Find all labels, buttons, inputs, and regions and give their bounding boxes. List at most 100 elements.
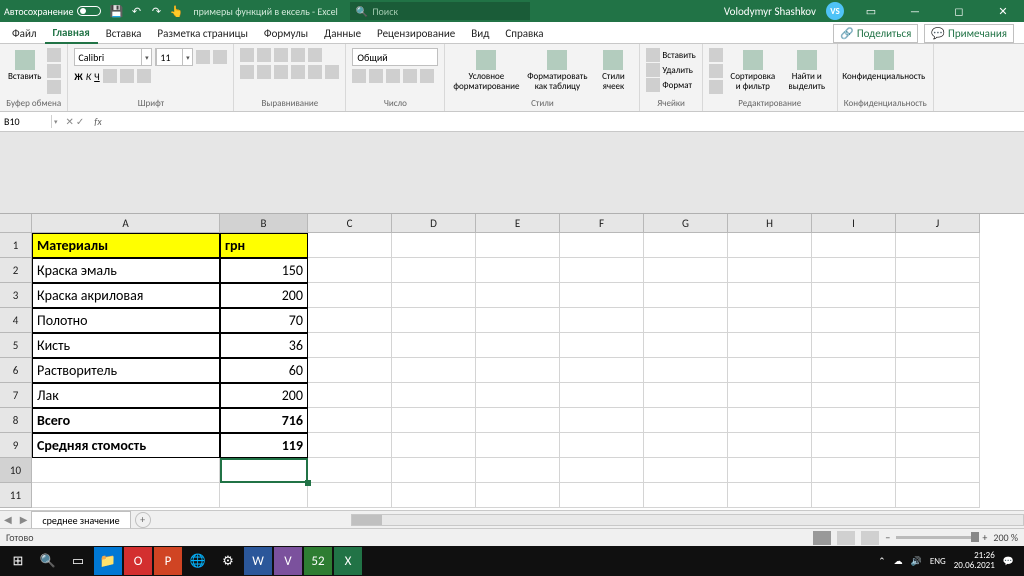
- sheet-tab[interactable]: среднее значение: [31, 511, 130, 529]
- cell-J5[interactable]: [896, 333, 980, 358]
- indent-dec-icon[interactable]: [291, 65, 305, 79]
- cell-A9[interactable]: Средняя стомость: [32, 433, 220, 458]
- cell-J9[interactable]: [896, 433, 980, 458]
- cell-C8[interactable]: [308, 408, 392, 433]
- cell-B2[interactable]: 150: [220, 258, 308, 283]
- cell-E8[interactable]: [476, 408, 560, 433]
- maximize-icon[interactable]: ◻: [942, 0, 976, 22]
- cell-J4[interactable]: [896, 308, 980, 333]
- row-header-11[interactable]: 11: [0, 483, 32, 508]
- cell-C6[interactable]: [308, 358, 392, 383]
- cell-C11[interactable]: [308, 483, 392, 508]
- cell-I9[interactable]: [812, 433, 896, 458]
- cell-J7[interactable]: [896, 383, 980, 408]
- insert-cells-button[interactable]: Вставить: [646, 48, 695, 62]
- cell-F11[interactable]: [560, 483, 644, 508]
- cell-G11[interactable]: [644, 483, 728, 508]
- column-header-I[interactable]: I: [812, 214, 896, 233]
- cell-D2[interactable]: [392, 258, 476, 283]
- cell-C9[interactable]: [308, 433, 392, 458]
- tab-file[interactable]: Файл: [4, 24, 45, 43]
- cell-I10[interactable]: [812, 458, 896, 483]
- cell-E10[interactable]: [476, 458, 560, 483]
- cell-G2[interactable]: [644, 258, 728, 283]
- cell-I11[interactable]: [812, 483, 896, 508]
- cell-G1[interactable]: [644, 233, 728, 258]
- tab-formulas[interactable]: Формулы: [256, 24, 316, 43]
- cell-F2[interactable]: [560, 258, 644, 283]
- column-header-J[interactable]: J: [896, 214, 980, 233]
- tab-help[interactable]: Справка: [497, 24, 551, 43]
- task-view-icon[interactable]: ▭: [64, 547, 92, 575]
- powerpoint-icon[interactable]: P: [154, 547, 182, 575]
- cell-E1[interactable]: [476, 233, 560, 258]
- cell-A7[interactable]: Лак: [32, 383, 220, 408]
- excel-icon[interactable]: X: [334, 547, 362, 575]
- underline-button[interactable]: Ч: [94, 70, 100, 83]
- cell-I8[interactable]: [812, 408, 896, 433]
- cell-A4[interactable]: Полотно: [32, 308, 220, 333]
- format-as-table-button[interactable]: Форматировать как таблицу: [525, 48, 589, 94]
- cell-H5[interactable]: [728, 333, 812, 358]
- cell-I3[interactable]: [812, 283, 896, 308]
- horizontal-scrollbar[interactable]: [351, 513, 1024, 527]
- cell-A8[interactable]: Всего: [32, 408, 220, 433]
- cell-E9[interactable]: [476, 433, 560, 458]
- row-header-7[interactable]: 7: [0, 383, 32, 408]
- tab-pagelayout[interactable]: Разметка страницы: [149, 24, 256, 43]
- column-header-E[interactable]: E: [476, 214, 560, 233]
- cell-J6[interactable]: [896, 358, 980, 383]
- comma-icon[interactable]: [386, 69, 400, 83]
- cell-D10[interactable]: [392, 458, 476, 483]
- cell-H10[interactable]: [728, 458, 812, 483]
- sheet-nav-prev-icon[interactable]: ◀: [0, 513, 16, 526]
- cell-F6[interactable]: [560, 358, 644, 383]
- cell-C5[interactable]: [308, 333, 392, 358]
- cell-F5[interactable]: [560, 333, 644, 358]
- cell-B8[interactable]: 716: [220, 408, 308, 433]
- cell-J2[interactable]: [896, 258, 980, 283]
- row-header-8[interactable]: 8: [0, 408, 32, 433]
- cell-A3[interactable]: Краска акриловая: [32, 283, 220, 308]
- notifications-icon[interactable]: 💬: [1003, 556, 1014, 567]
- cell-F4[interactable]: [560, 308, 644, 333]
- page-break-view-icon[interactable]: [861, 531, 879, 545]
- tab-review[interactable]: Рецензирование: [369, 24, 463, 43]
- column-header-H[interactable]: H: [728, 214, 812, 233]
- cell-F7[interactable]: [560, 383, 644, 408]
- row-header-1[interactable]: 1: [0, 233, 32, 258]
- explorer-icon[interactable]: 📁: [94, 547, 122, 575]
- minimize-icon[interactable]: —: [898, 0, 932, 22]
- cell-F3[interactable]: [560, 283, 644, 308]
- cell-D7[interactable]: [392, 383, 476, 408]
- page-layout-view-icon[interactable]: [837, 531, 855, 545]
- cell-F1[interactable]: [560, 233, 644, 258]
- find-select-button[interactable]: Найти и выделить: [783, 48, 831, 94]
- decrease-font-icon[interactable]: [213, 50, 227, 64]
- orientation-icon[interactable]: [291, 48, 305, 62]
- cell-H9[interactable]: [728, 433, 812, 458]
- font-size-selector[interactable]: 11▾: [155, 48, 193, 66]
- cell-I6[interactable]: [812, 358, 896, 383]
- cell-A10[interactable]: [32, 458, 220, 483]
- cell-G7[interactable]: [644, 383, 728, 408]
- worksheet[interactable]: ABCDEFGHIJ 1234567891011 МатериалыгрнКра…: [0, 214, 1024, 510]
- bold-button[interactable]: Ж: [74, 70, 82, 83]
- cell-D6[interactable]: [392, 358, 476, 383]
- touch-icon[interactable]: 👆: [169, 4, 183, 18]
- column-header-F[interactable]: F: [560, 214, 644, 233]
- zoom-out-button[interactable]: −: [885, 531, 890, 544]
- align-middle-icon[interactable]: [257, 48, 271, 62]
- align-center-icon[interactable]: [257, 65, 271, 79]
- cell-E11[interactable]: [476, 483, 560, 508]
- cell-A2[interactable]: Краска эмаль: [32, 258, 220, 283]
- cell-A11[interactable]: [32, 483, 220, 508]
- cell-H11[interactable]: [728, 483, 812, 508]
- opera-icon[interactable]: O: [124, 547, 152, 575]
- delete-cells-button[interactable]: Удалить: [646, 63, 692, 77]
- cell-F9[interactable]: [560, 433, 644, 458]
- tab-data[interactable]: Данные: [316, 24, 369, 43]
- row-header-9[interactable]: 9: [0, 433, 32, 458]
- number-format-selector[interactable]: Общий: [352, 48, 438, 66]
- align-right-icon[interactable]: [274, 65, 288, 79]
